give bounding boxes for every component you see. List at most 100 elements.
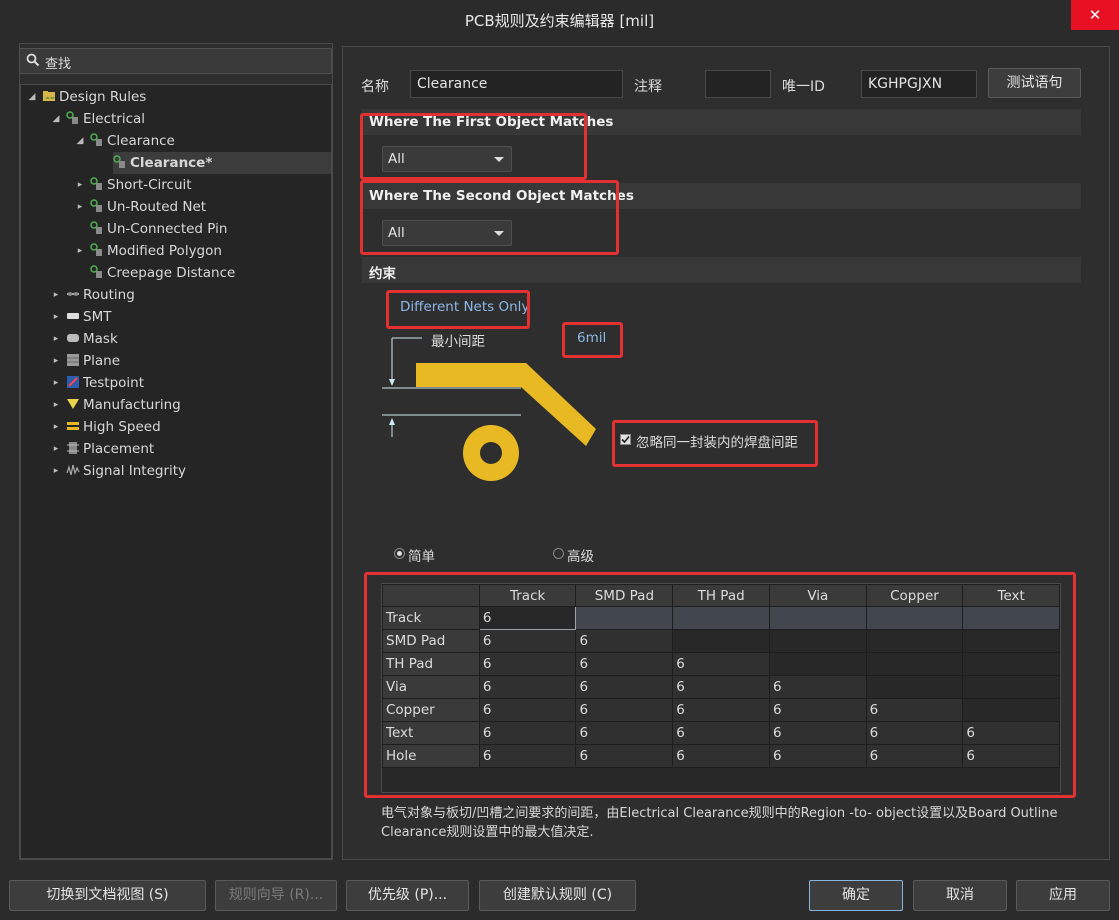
- tree-item-high-speed[interactable]: ▸ High Speed: [54, 416, 161, 438]
- clearance-diagram: [382, 337, 596, 481]
- chevron-right-icon[interactable]: ▸: [74, 196, 86, 218]
- tree-item-plane[interactable]: ▸ Plane: [54, 350, 121, 372]
- test-query-button[interactable]: 测试语句: [988, 68, 1081, 98]
- comment-field[interactable]: [705, 70, 771, 98]
- signal-integrity-icon: [66, 464, 80, 476]
- unique-id-label: 唯一ID: [782, 79, 825, 95]
- tree-item-manufacturing[interactable]: ▸ Manufacturing: [54, 394, 181, 416]
- rule-icon: [90, 243, 102, 256]
- search-box[interactable]: 查找: [19, 48, 332, 74]
- rule-icon: [90, 221, 102, 234]
- tree-item-label: High Speed: [83, 419, 161, 435]
- chevron-down-icon[interactable]: ◢: [50, 108, 62, 130]
- tree-item-label: SMT: [83, 309, 112, 325]
- tree-item-label: Routing: [83, 287, 135, 303]
- apply-button[interactable]: 应用: [1016, 880, 1110, 911]
- chevron-right-icon[interactable]: ▸: [74, 174, 86, 196]
- chevron-right-icon[interactable]: ▸: [50, 394, 62, 416]
- smt-icon: [67, 313, 79, 319]
- tree-item-mask[interactable]: ▸ Mask: [54, 328, 118, 350]
- name-label: 名称: [361, 79, 389, 95]
- tree-item-design-rules[interactable]: ◢ == Design Rules: [29, 86, 147, 108]
- highlight-clearance-matrix: [364, 572, 1076, 798]
- tree-item-label: Un-Routed Net: [107, 199, 207, 215]
- rule-icon: [90, 199, 102, 212]
- tree-item-label: Design Rules: [59, 89, 147, 105]
- rule-description: 电气对象与板切/凹槽之间要求的间距，由Electrical Clearance规…: [381, 806, 1058, 840]
- tree-item-label: Electrical: [83, 111, 146, 127]
- chevron-right-icon[interactable]: ▸: [50, 416, 62, 438]
- title-bar: PCB规则及约束编辑器 [mil] ✕: [0, 0, 1119, 38]
- testpoint-icon: [67, 376, 79, 388]
- chevron-right-icon[interactable]: ▸: [50, 328, 62, 350]
- tree-item-modified-polygon[interactable]: ▸ Modified Polygon: [78, 240, 222, 262]
- tree-item-label: Short-Circuit: [107, 177, 192, 193]
- chevron-right-icon[interactable]: ▸: [50, 284, 62, 306]
- tree-item-un-connected-pin[interactable]: Un-Connected Pin: [90, 218, 227, 240]
- comment-label: 注释: [634, 79, 662, 95]
- manufacturing-icon: [67, 399, 79, 409]
- chevron-down-icon[interactable]: ◢: [74, 130, 86, 152]
- constraints-header: 约束: [362, 257, 1081, 283]
- tree-item-label: Un-Connected Pin: [107, 221, 228, 237]
- chevron-down-icon[interactable]: ◢: [26, 86, 38, 108]
- simple-mode-radio[interactable]: [394, 548, 405, 559]
- svg-text:==: ==: [45, 95, 55, 102]
- placement-icon: [67, 442, 79, 454]
- advanced-mode-label: 高级: [567, 549, 594, 565]
- tree-item-creepage-distance[interactable]: Creepage Distance: [90, 262, 235, 284]
- tree-item-un-routed-net[interactable]: ▸ Un-Routed Net: [78, 196, 207, 218]
- tree-item-label: Plane: [83, 353, 121, 369]
- tree-item-signal-integrity[interactable]: ▸ Signal Integrity: [54, 460, 187, 482]
- tree-item-label: Mask: [83, 331, 118, 347]
- highlight-second-match: [360, 180, 619, 255]
- search-label: 查找: [45, 57, 72, 72]
- chevron-right-icon[interactable]: ▸: [74, 240, 86, 262]
- window-title: PCB规则及约束编辑器 [mil]: [464, 12, 655, 30]
- simple-mode-label: 简单: [408, 549, 435, 565]
- priority-button[interactable]: 优先级 (P)...: [346, 880, 469, 911]
- rule-icon: [90, 177, 102, 190]
- chevron-right-icon[interactable]: ▸: [50, 438, 62, 460]
- name-field[interactable]: Clearance: [410, 70, 623, 98]
- tree-item-label: Clearance: [107, 133, 175, 149]
- tree-item-routing[interactable]: ▸ Routing: [54, 284, 135, 306]
- tree-item-testpoint[interactable]: ▸ Testpoint: [54, 372, 145, 394]
- chevron-right-icon[interactable]: ▸: [50, 350, 62, 372]
- tree-item-label: Manufacturing: [83, 397, 181, 413]
- advanced-mode-radio[interactable]: [553, 548, 564, 559]
- constraints-title: 约束: [369, 266, 396, 282]
- routing-icon: [67, 292, 79, 296]
- tree-item-label: Creepage Distance: [107, 265, 236, 281]
- tree-item-electrical[interactable]: ◢ Electrical: [53, 108, 146, 130]
- create-default-rules-button[interactable]: 创建默认规则 (C): [479, 880, 636, 911]
- highlight-ignore-pads: [612, 420, 818, 467]
- chevron-right-icon[interactable]: ▸: [50, 372, 62, 394]
- rule-icon: [113, 155, 125, 168]
- tree-item-short-circuit[interactable]: ▸ Short-Circuit: [78, 174, 192, 196]
- folder-icon: ==: [43, 91, 55, 102]
- plane-icon: [67, 354, 79, 366]
- tree-item-label: Testpoint: [83, 375, 145, 391]
- tree-item-label: Clearance*: [130, 155, 213, 171]
- ok-button[interactable]: 确定: [809, 880, 903, 911]
- unique-id-field[interactable]: KGHPGJXN: [861, 70, 977, 98]
- highlight-net-scope: [386, 290, 530, 329]
- rule-icon: [66, 111, 78, 124]
- rule-wizard-button[interactable]: 规则向导 (R)...: [215, 880, 337, 911]
- tree-item-label: Signal Integrity: [83, 463, 187, 479]
- chevron-right-icon[interactable]: ▸: [50, 460, 62, 482]
- mask-icon: [67, 334, 79, 342]
- close-button[interactable]: ✕: [1071, 0, 1119, 30]
- tree-item-label: Modified Polygon: [107, 243, 222, 259]
- chevron-right-icon[interactable]: ▸: [50, 306, 62, 328]
- highlight-first-match: [360, 113, 587, 180]
- tree-item-clearance[interactable]: Clearance*: [113, 152, 331, 174]
- rule-icon: [90, 133, 102, 146]
- tree-item-smt[interactable]: ▸ SMT: [54, 306, 112, 328]
- document-view-button[interactable]: 切换到文档视图 (S): [9, 880, 206, 911]
- tree-item-placement[interactable]: ▸ Placement: [54, 438, 154, 460]
- rule-icon: [90, 265, 102, 278]
- cancel-button[interactable]: 取消: [913, 880, 1007, 911]
- tree-item-clearance[interactable]: ◢ Clearance: [77, 130, 175, 152]
